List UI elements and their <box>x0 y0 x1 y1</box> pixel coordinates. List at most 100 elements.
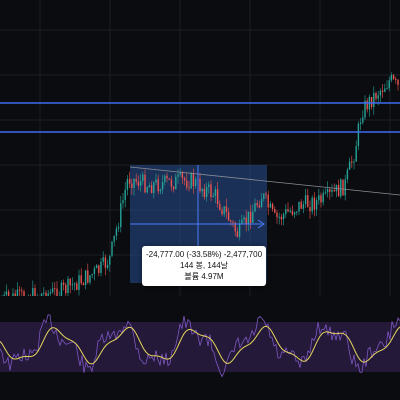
candle-body <box>106 264 109 268</box>
candle-body <box>318 195 320 201</box>
candle-body <box>241 219 243 224</box>
candle-body <box>392 75 395 79</box>
candle-body <box>135 178 137 182</box>
candle-body <box>210 184 212 197</box>
candle-body <box>329 189 331 192</box>
candle-body <box>201 188 203 192</box>
candle-body <box>161 181 164 190</box>
measure-volume: 볼륨 4.97M <box>184 272 224 281</box>
candle-body <box>313 197 316 210</box>
candle-body <box>337 184 340 197</box>
candle-body <box>331 190 333 192</box>
candle-body <box>236 231 239 237</box>
candle-body <box>115 228 118 236</box>
candle-body <box>395 78 397 80</box>
candle-body <box>245 217 247 225</box>
candle-body <box>381 90 384 92</box>
candle-body <box>254 203 256 212</box>
candle-body <box>177 174 179 177</box>
candle-body <box>155 179 157 183</box>
candle-body <box>322 193 324 203</box>
candle-body <box>351 161 353 163</box>
candle-body <box>168 178 170 180</box>
candle-body <box>227 212 230 221</box>
candle-body <box>258 205 261 208</box>
candle-body <box>18 289 21 291</box>
candle-body <box>225 206 228 213</box>
candle-body <box>219 204 221 210</box>
candle-body <box>78 275 80 290</box>
candle-body <box>148 185 151 188</box>
candle-body <box>252 211 254 223</box>
candle-body <box>54 288 56 290</box>
candle-body <box>324 192 327 194</box>
candle-body <box>384 88 386 92</box>
candle-body <box>128 179 131 184</box>
candle-body <box>80 275 82 284</box>
candle-body <box>247 211 250 225</box>
candle-body <box>65 284 67 294</box>
candle-body <box>124 189 126 201</box>
candle-body <box>256 203 258 206</box>
candle-body <box>249 211 252 223</box>
candle-body <box>223 206 225 215</box>
candle-body <box>109 255 111 265</box>
candle-body <box>300 201 302 209</box>
candle-body <box>111 241 113 256</box>
candle-body <box>379 90 382 96</box>
candle-body <box>100 261 102 273</box>
candle-body <box>309 207 311 212</box>
candle-body <box>359 122 362 124</box>
trading-chart[interactable]: -24,777.00 (-33.58%) -2,477,700 144 봉, 1… <box>0 0 400 400</box>
candle-body <box>326 189 329 193</box>
candle-body <box>274 208 276 213</box>
candle-body <box>82 283 85 286</box>
candle-body <box>186 180 188 188</box>
candle-body <box>340 179 342 197</box>
candle-body <box>164 175 166 182</box>
candle-body <box>131 183 133 189</box>
candle-body <box>181 172 184 179</box>
candle-body <box>263 193 265 199</box>
candle-body <box>353 161 355 163</box>
candle-body <box>362 117 364 123</box>
candle-body <box>166 175 168 179</box>
candle-body <box>366 100 368 110</box>
candle-body <box>73 283 76 285</box>
candle-body <box>139 181 142 186</box>
candle-body <box>320 195 322 203</box>
candle-body <box>287 209 289 212</box>
candle-body <box>307 195 309 208</box>
candle-body <box>357 123 360 147</box>
candle-body <box>269 203 272 208</box>
candle-body <box>232 221 234 223</box>
candle-body <box>386 88 388 90</box>
candle-body <box>69 278 71 286</box>
candle-body <box>344 179 346 196</box>
candle-body <box>302 204 305 209</box>
candle-body <box>285 209 287 215</box>
candle-body <box>346 169 349 180</box>
candle-body <box>298 201 300 212</box>
candle-body <box>49 292 52 294</box>
candle-body <box>282 214 285 220</box>
candle-body <box>21 290 23 292</box>
candle-body <box>293 212 296 215</box>
candle-body <box>348 161 351 170</box>
candle-body <box>194 179 197 187</box>
candle-body <box>370 96 373 108</box>
candle-body <box>276 212 278 218</box>
candle-body <box>150 185 153 194</box>
candle-body <box>122 200 124 204</box>
candle-body <box>212 195 214 197</box>
candle-body <box>267 194 269 208</box>
candle-body <box>265 193 267 195</box>
candle-body <box>271 203 274 209</box>
candle-body <box>280 216 283 220</box>
candle-body <box>296 211 298 213</box>
candle-body <box>260 198 263 208</box>
price-chart-canvas[interactable] <box>0 0 400 400</box>
candle-body <box>172 186 175 190</box>
candle-body <box>304 195 307 205</box>
candle-body <box>199 178 201 192</box>
